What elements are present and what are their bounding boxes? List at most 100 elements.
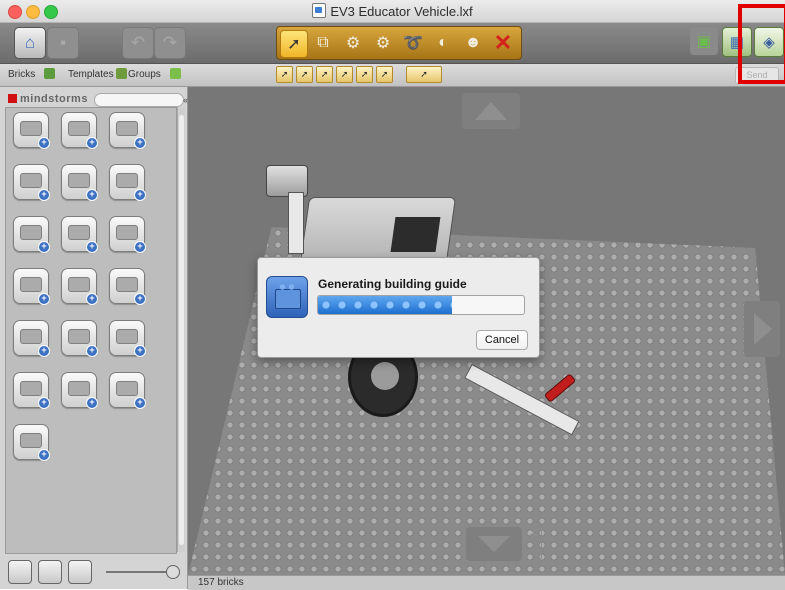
- tab-templates[interactable]: Templates: [68, 68, 128, 80]
- progress-bar-fill: [318, 296, 452, 314]
- add-brick-icon: +: [134, 137, 146, 149]
- app-window: EV3 Educator Vehicle.lxf ⌂ ▪ ↶ ↷ ➚ ⧉ ⚙ ⚙…: [0, 0, 785, 590]
- brick-shape-icon: [20, 121, 42, 136]
- add-brick-icon: +: [38, 345, 50, 357]
- add-brick-icon: +: [86, 189, 98, 201]
- brick-item[interactable]: +: [13, 112, 50, 149]
- brick-item[interactable]: +: [61, 268, 98, 305]
- main-toolbar: ⌂ ▪ ↶ ↷ ➚ ⧉ ⚙ ⚙ ➰ ◐ ☻ ✕ ▣ ▦ ◈: [0, 23, 785, 64]
- hinge-align-tool-icon[interactable]: ⚙: [370, 30, 396, 56]
- brick-item[interactable]: +: [13, 372, 50, 409]
- add-brick-icon: +: [38, 293, 50, 305]
- brick-item[interactable]: +: [61, 216, 98, 253]
- view-mode-icon[interactable]: ▣: [690, 27, 718, 55]
- select-shape-icon[interactable]: ➚: [336, 66, 353, 83]
- pan-up-icon[interactable]: [462, 93, 520, 129]
- brick-item[interactable]: +: [61, 320, 98, 357]
- brick-palette-panel: mindstorms « + + + + + + + + + + + + + + + + + + +: [0, 87, 188, 589]
- add-brick-icon: +: [86, 241, 98, 253]
- building-guide-dialog: Generating building guide Cancel: [257, 257, 540, 358]
- lego-logo-icon: [8, 94, 17, 103]
- progress-bar: [317, 295, 525, 315]
- brick-shape-icon: [68, 173, 90, 188]
- brick-shape-icon: [20, 381, 42, 396]
- brick-count: 157 bricks: [198, 577, 244, 588]
- brick-shape-icon: [116, 381, 138, 396]
- pan-right-icon[interactable]: [744, 301, 780, 357]
- brick-item[interactable]: +: [13, 164, 50, 201]
- title-bar: EV3 Educator Vehicle.lxf: [0, 0, 785, 23]
- palette-view-icon[interactable]: [8, 560, 32, 584]
- brick-item[interactable]: +: [109, 372, 146, 409]
- add-brick-icon: +: [134, 241, 146, 253]
- lego-brick-icon: [266, 276, 308, 318]
- select-tool-icon[interactable]: ➚: [280, 30, 308, 58]
- add-brick-icon: +: [38, 189, 50, 201]
- add-brick-icon: +: [38, 241, 50, 253]
- cancel-button[interactable]: Cancel: [476, 330, 528, 350]
- add-brick-icon: +: [38, 397, 50, 409]
- brick-shape-icon: [116, 329, 138, 344]
- palette-size-slider-knob[interactable]: [166, 565, 180, 579]
- hinge-tool-icon[interactable]: ⚙: [340, 30, 366, 56]
- palette-search-input[interactable]: [94, 93, 184, 107]
- pan-down-icon[interactable]: [466, 527, 522, 561]
- tab-templates-label: Templates: [68, 69, 114, 80]
- select-single-icon[interactable]: ➚: [276, 66, 293, 83]
- brick-item[interactable]: +: [13, 424, 50, 461]
- brick-item[interactable]: +: [61, 372, 98, 409]
- brick-item[interactable]: +: [13, 216, 50, 253]
- zoom-control[interactable]: + −: [524, 525, 542, 561]
- select-connected-icon[interactable]: ➚: [296, 66, 313, 83]
- palette-size-slider[interactable]: [106, 571, 168, 573]
- tab-groups[interactable]: Groups: [128, 68, 181, 80]
- paint-tool-icon[interactable]: ◐: [430, 30, 456, 56]
- select-color-icon[interactable]: ➚: [316, 66, 333, 83]
- palette-bottom-tools: [8, 560, 183, 586]
- palette-filter-icon[interactable]: [68, 560, 92, 584]
- highlight-box: [738, 4, 785, 84]
- invert-selection-icon[interactable]: ➚: [406, 66, 442, 83]
- brick-item[interactable]: +: [109, 164, 146, 201]
- brick-item[interactable]: +: [13, 320, 50, 357]
- delete-tool-icon[interactable]: ✕: [490, 30, 516, 56]
- brick-item[interactable]: +: [109, 268, 146, 305]
- brick-shape-icon: [116, 225, 138, 240]
- palette-scroll-thumb[interactable]: [179, 115, 184, 545]
- sensor-beam-model: [288, 192, 304, 254]
- save-icon[interactable]: ▪: [47, 27, 79, 59]
- hide-tool-icon[interactable]: ☻: [460, 30, 486, 56]
- redo-icon[interactable]: ↷: [154, 27, 186, 59]
- add-brick-icon: +: [86, 293, 98, 305]
- select-multiple-icon[interactable]: ➚: [376, 66, 393, 83]
- brand-label: mindstorms: [8, 93, 88, 105]
- brick-item[interactable]: +: [61, 164, 98, 201]
- templates-tab-icon: [116, 68, 128, 79]
- dialog-title: Generating building guide: [318, 277, 467, 291]
- document-icon: [312, 3, 327, 18]
- brick-shape-icon: [20, 329, 42, 344]
- home-icon[interactable]: ⌂: [14, 27, 46, 59]
- brick-shape-icon: [116, 121, 138, 136]
- brick-shape-icon: [116, 277, 138, 292]
- clone-tool-icon[interactable]: ⧉: [310, 30, 336, 56]
- brick-item[interactable]: +: [109, 112, 146, 149]
- add-brick-icon: +: [86, 345, 98, 357]
- add-brick-icon: +: [86, 397, 98, 409]
- add-brick-icon: +: [134, 293, 146, 305]
- add-brick-icon: +: [134, 345, 146, 357]
- brick-shape-icon: [20, 225, 42, 240]
- tool-strip: ➚ ⧉ ⚙ ⚙ ➰ ◐ ☻ ✕: [276, 26, 522, 60]
- select-color-shape-icon[interactable]: ➚: [356, 66, 373, 83]
- brick-item[interactable]: +: [109, 320, 146, 357]
- palette-scrollbar[interactable]: [177, 107, 185, 552]
- tab-bricks[interactable]: Bricks: [8, 68, 56, 80]
- brick-item[interactable]: +: [109, 216, 146, 253]
- add-brick-icon: +: [134, 397, 146, 409]
- add-brick-icon: +: [86, 137, 98, 149]
- palette-color-icon[interactable]: [38, 560, 62, 584]
- brick-item[interactable]: +: [61, 112, 98, 149]
- brick-item[interactable]: +: [13, 268, 50, 305]
- flex-tool-icon[interactable]: ➰: [400, 30, 426, 56]
- undo-icon[interactable]: ↶: [122, 27, 154, 59]
